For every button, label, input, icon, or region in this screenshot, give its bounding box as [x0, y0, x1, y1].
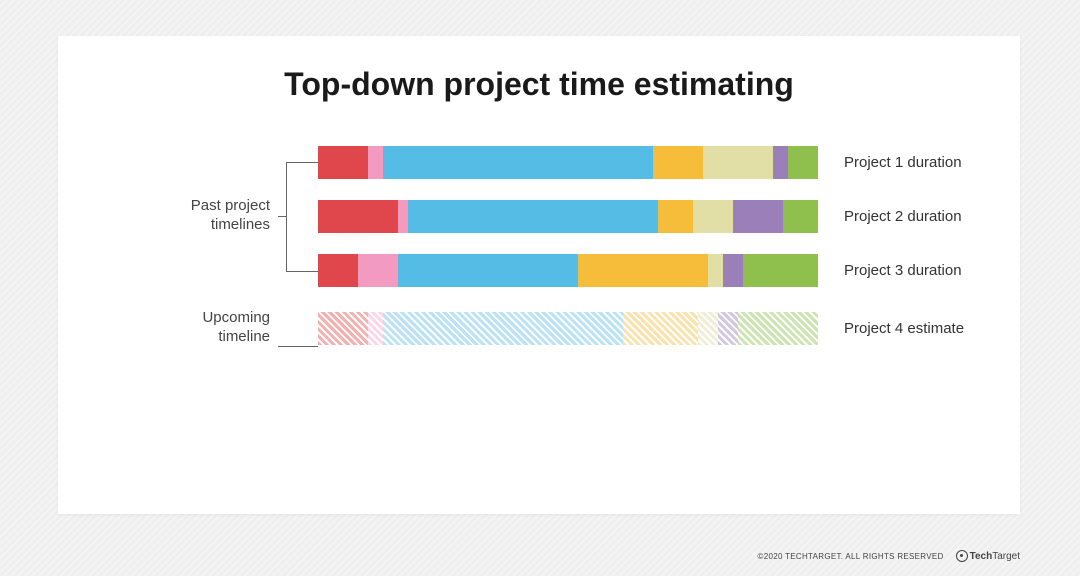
bar-segment-phase6 [723, 254, 743, 287]
stacked-bar [318, 312, 818, 345]
bar-segment-phase6 [773, 146, 788, 179]
bar-segment-phase5 [698, 312, 718, 345]
logo-text-light: Target [992, 551, 1020, 562]
row-label: Project 2 duration [818, 208, 962, 225]
bar-segment-phase5 [693, 200, 733, 233]
bar-segment-phase5 [703, 146, 773, 179]
stacked-bar [318, 200, 818, 233]
bar-segment-phase1 [318, 254, 358, 287]
chart-row: Upcomingtimeline Project 4 estimate [58, 310, 1020, 346]
connector-spacer [278, 198, 318, 234]
chart-row: Project 3 duration [58, 252, 1020, 288]
bar-segment-phase1 [318, 146, 368, 179]
bar-segment-phase6 [733, 200, 783, 233]
chart-row: Past projecttimelines Project 2 duration [58, 198, 1020, 234]
connector-spacer [278, 310, 318, 346]
techtarget-logo: TechTarget [956, 550, 1020, 562]
bar-segment-phase4 [653, 146, 703, 179]
row-group-label: Upcomingtimeline [58, 309, 278, 347]
bar-segment-phase6 [718, 312, 738, 345]
bar-segment-phase2 [368, 146, 383, 179]
stacked-bar [318, 146, 818, 179]
connector-spacer [278, 252, 318, 288]
copyright-text: ©2020 TECHTARGET. ALL RIGHTS RESERVED [758, 552, 944, 561]
logo-text-bold: Tech [970, 551, 993, 562]
bar-segment-phase5 [708, 254, 723, 287]
bar-segment-phase3 [408, 200, 658, 233]
connector-spacer [278, 144, 318, 180]
bar-segment-phase2 [398, 200, 408, 233]
bar-segment-phase4 [658, 200, 693, 233]
chart-title: Top-down project time estimating [58, 66, 1020, 103]
bar-segment-phase4 [623, 312, 698, 345]
bar-segment-phase2 [368, 312, 383, 345]
bar-segment-phase2 [358, 254, 398, 287]
row-group-label: Past projecttimelines [58, 197, 278, 235]
row-label: Project 4 estimate [818, 320, 964, 337]
bar-segment-phase1 [318, 312, 368, 345]
bar-segment-phase3 [383, 312, 623, 345]
bar-segment-phase4 [578, 254, 708, 287]
footer: ©2020 TECHTARGET. ALL RIGHTS RESERVED Te… [758, 550, 1021, 562]
bar-segment-phase3 [383, 146, 653, 179]
row-label: Project 3 duration [818, 262, 962, 279]
bar-segment-phase1 [318, 200, 398, 233]
bar-segment-phase3 [398, 254, 578, 287]
bar-segment-phase7 [788, 146, 818, 179]
stacked-bar [318, 254, 818, 287]
row-label: Project 1 duration [818, 154, 962, 171]
logo-target-icon [956, 550, 968, 562]
bar-segment-phase7 [783, 200, 818, 233]
chart-rows: Project 1 durationPast projecttimelinesP… [58, 144, 1020, 364]
chart-row: Project 1 duration [58, 144, 1020, 180]
logo-text: TechTarget [970, 551, 1020, 562]
bar-segment-phase7 [738, 312, 818, 345]
chart-card: Top-down project time estimating Project… [58, 36, 1020, 514]
bar-segment-phase7 [743, 254, 818, 287]
